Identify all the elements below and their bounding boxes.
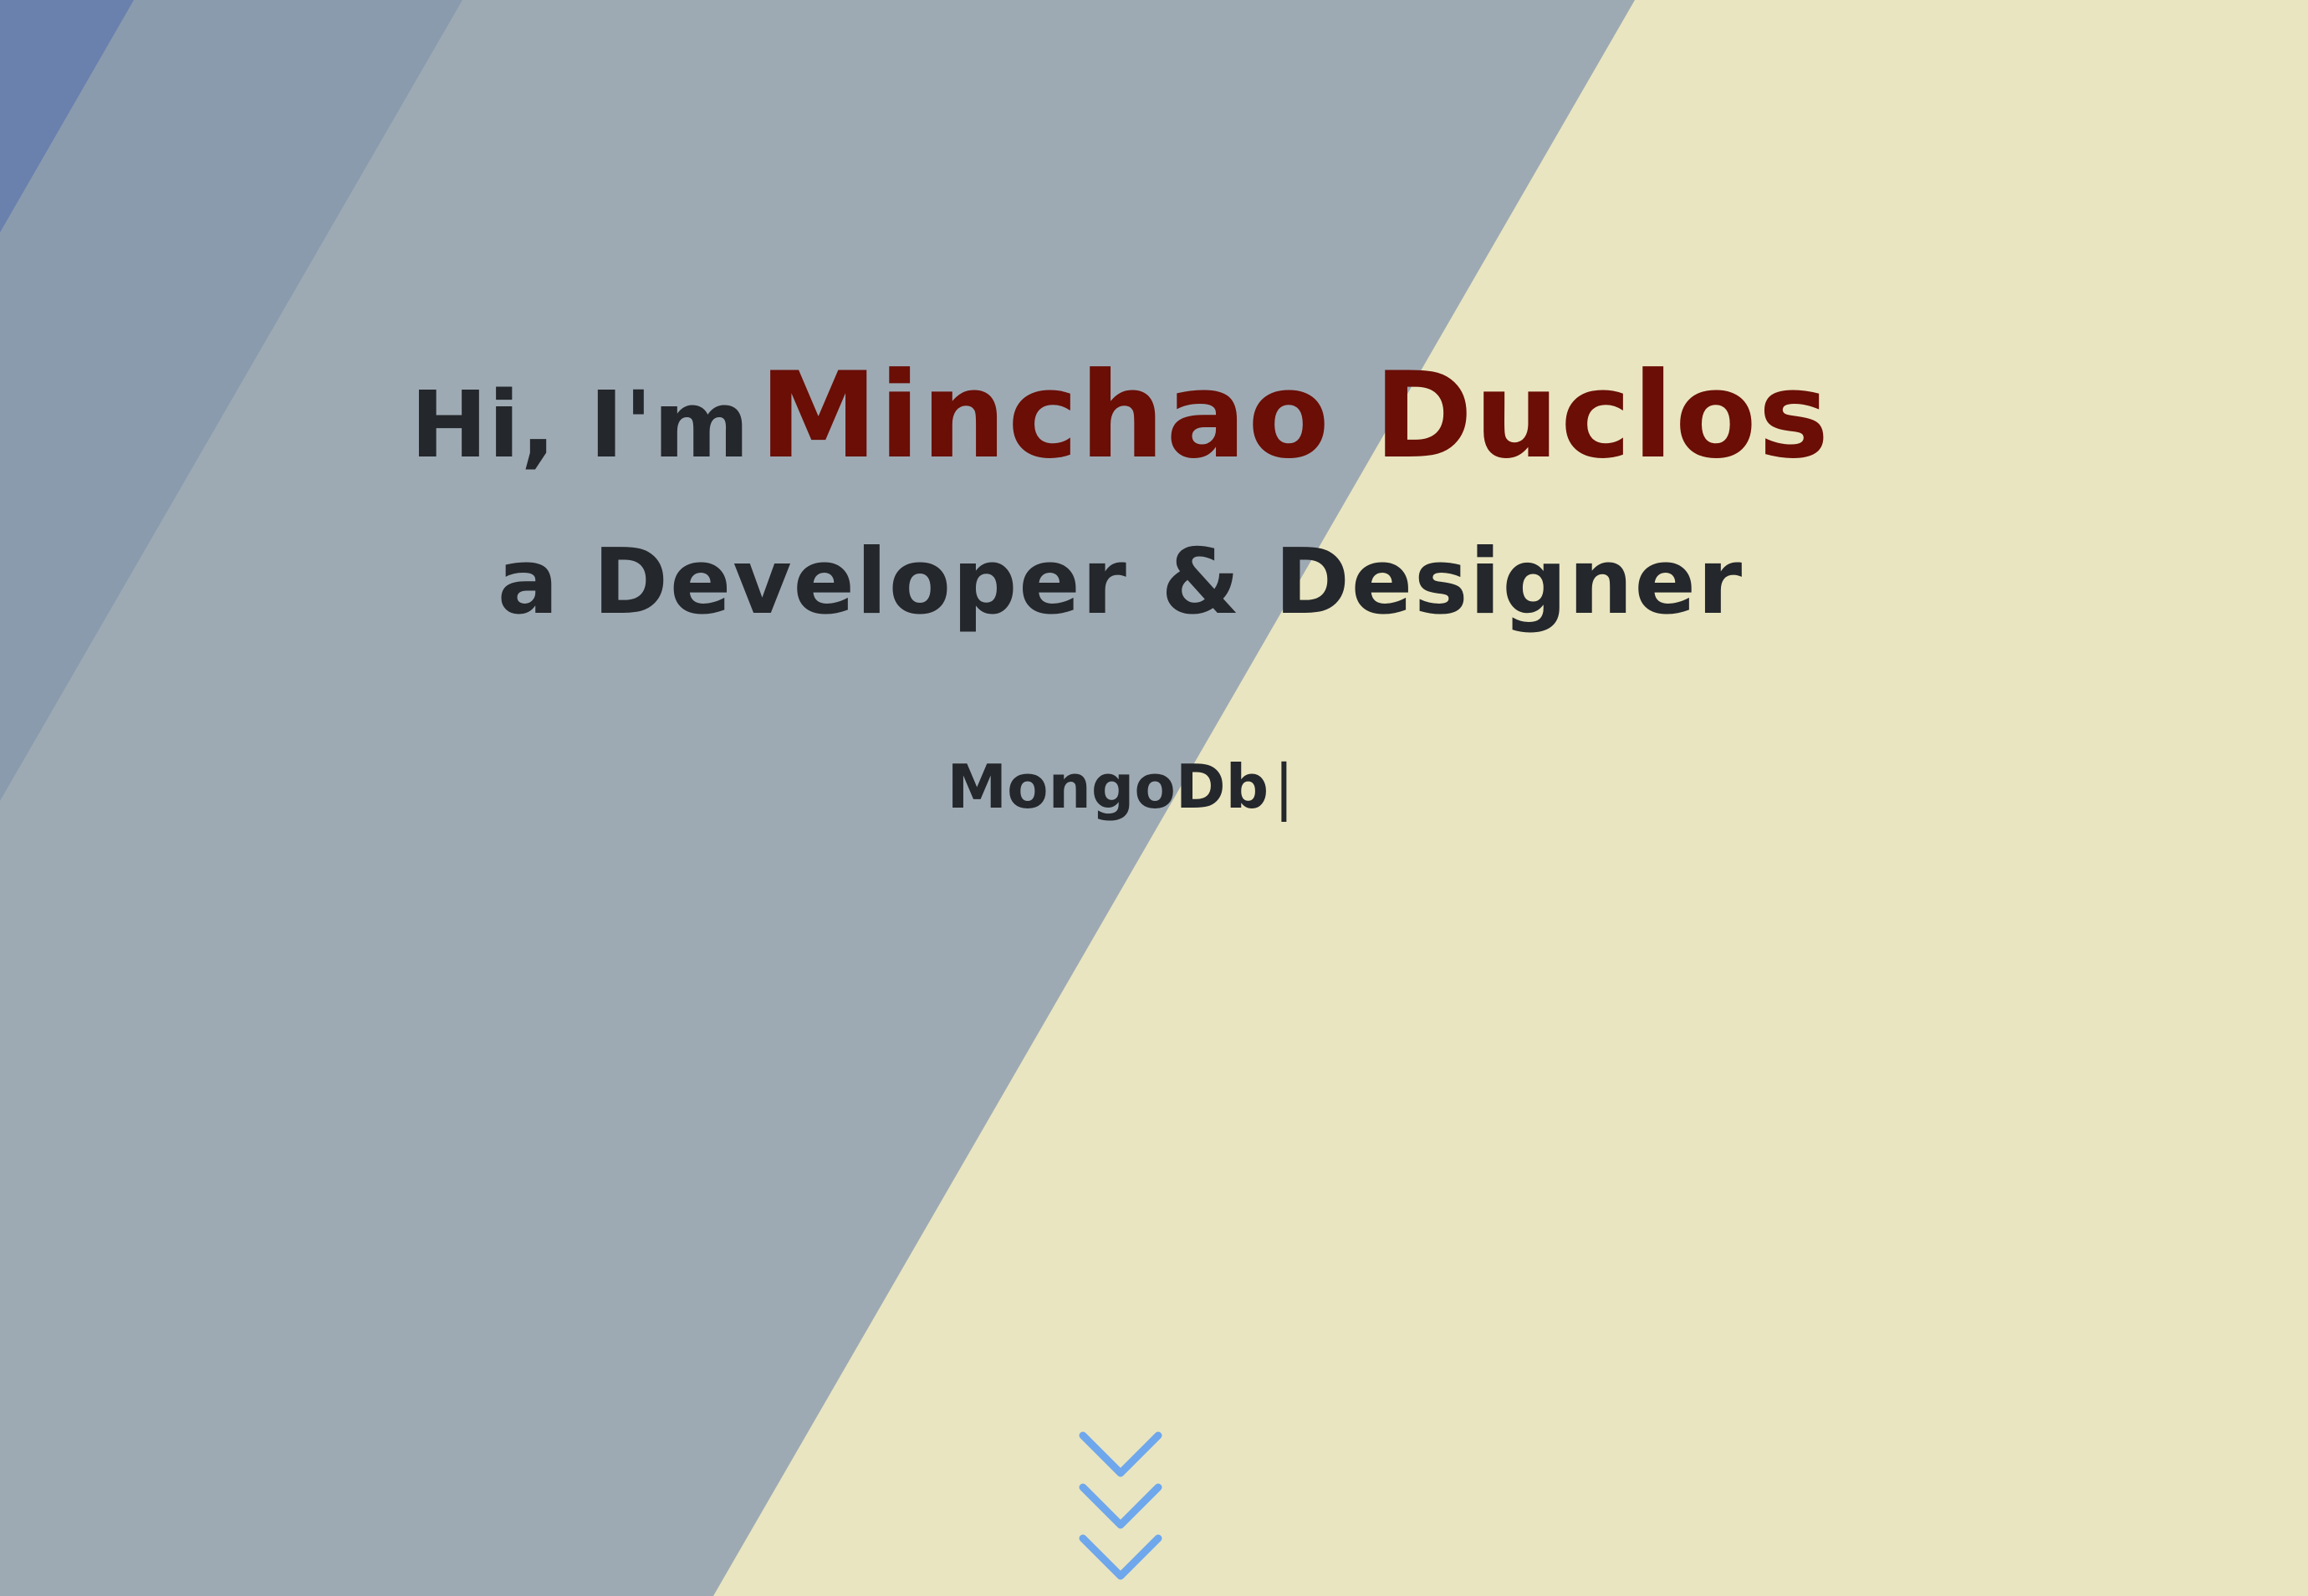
hero-tagline: a Developer & Designer: [497, 530, 1744, 635]
typed-cursor: |: [1274, 752, 1294, 822]
typed-skill-text: MongoDb: [947, 752, 1269, 822]
chevron-down-triple-icon: [1079, 1431, 1162, 1580]
author-name: Minchao Duclos: [759, 347, 1831, 485]
greeting-prefix: Hi, I'm: [410, 371, 750, 478]
typed-skill: MongoDb|: [0, 752, 2241, 822]
chevron-down-icon-top: [1079, 1431, 1162, 1477]
hero-content: Hi, I'm Minchao Duclos a Developer & Des…: [0, 0, 2308, 1596]
hero-greeting: Hi, I'm Minchao Duclos: [0, 350, 2241, 482]
hero-section: Hi, I'm Minchao Duclos a Developer & Des…: [0, 0, 2308, 1596]
scroll-down-button[interactable]: [1079, 1431, 1162, 1582]
chevron-down-icon-middle: [1079, 1483, 1162, 1529]
chevron-down-icon-bottom: [1079, 1534, 1162, 1580]
